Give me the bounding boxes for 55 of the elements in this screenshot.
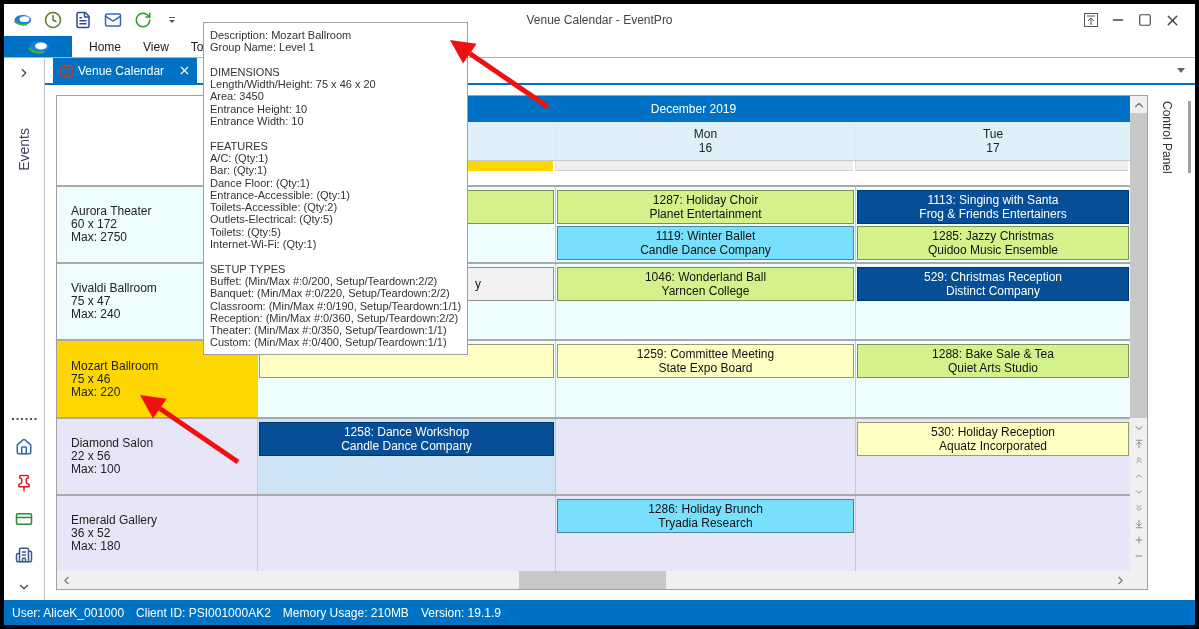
event-organizer: Candle Dance Company (341, 438, 472, 453)
event-title: 1286: Holiday Brunch (648, 501, 763, 516)
event-organizer: Tryadia Research (658, 515, 753, 530)
room-name: Diamond Salon (71, 436, 154, 450)
status-text: User: AliceK_001000 (12, 604, 125, 622)
room-size: 75 x 47 (71, 295, 111, 309)
event-organizer: Distinct Company (946, 284, 1040, 299)
event-title: 529: Christmas Reception (923, 270, 1063, 285)
room-name: Emerald Gallery (71, 513, 158, 527)
event-title: 1259: Committee Meeting (636, 347, 775, 362)
room-capacity: Max: 100 (71, 462, 121, 476)
event-title: 1113: Singing with Santa (927, 193, 1059, 207)
status-text: Client ID: PSI001000AK2 (136, 604, 271, 622)
event-title: 1258: Dance Workshop (343, 424, 470, 439)
event-title: 1287: Holiday Choir (652, 193, 759, 207)
room-size: 75 x 46 (71, 372, 111, 386)
event-title: 1046: Wonderland Ball (644, 270, 767, 285)
tooltip-line: Bar: (Qty:1) (210, 164, 268, 177)
tooltip-line: DIMENSIONS (210, 65, 281, 79)
event-organizer: Aquatz Incorporated (938, 438, 1048, 453)
event-title: y (475, 276, 481, 294)
event-organizer: Frog & Friends Entertainers (919, 207, 1067, 221)
status-text: Memory Usage: 210MB (282, 604, 409, 622)
room-size: 60 x 172 (71, 218, 118, 232)
tooltip-line: Length/Width/Height: 75 x 46 x 20 (210, 78, 377, 91)
event-title: 1285: Jazzy Christmas (932, 229, 1054, 243)
event-organizer: Quidoo Music Ensemble (927, 243, 1059, 257)
event-title: 530: Holiday Reception (930, 424, 1056, 439)
room-name: Mozart Ballroom (71, 359, 159, 373)
event-title: 1288: Bake Sale & Tea (932, 347, 1054, 362)
status-text: Version: 19.1.9 (420, 604, 501, 622)
room-capacity: Max: 240 (71, 308, 121, 322)
day-name: Tue (982, 127, 1004, 141)
tooltip-line: FEATURES (210, 139, 269, 152)
room-size: 22 x 56 (71, 449, 111, 463)
event-organizer: Planet Entertainment (649, 207, 762, 221)
day-date: 16 (698, 141, 713, 155)
room-capacity: Max: 2750 (71, 231, 128, 245)
room-size: 36 x 52 (71, 526, 111, 540)
window-title: Venue Calendar - EventPro (526, 12, 673, 29)
room-capacity: Max: 180 (71, 539, 121, 553)
room-name: Vivaldi Ballroom (71, 282, 157, 296)
event-title: 1119: Winter Ballet (655, 229, 756, 243)
event-organizer: Candle Dance Company (640, 243, 771, 257)
room-capacity: Max: 220 (71, 385, 121, 399)
day-date: 17 (986, 141, 1000, 155)
event-organizer: Quiet Arts Studio (947, 361, 1038, 376)
day-name: Mon (693, 127, 718, 141)
tooltip-line: Description: Mozart Ballroom (210, 29, 353, 42)
tooltip-line: Dance Floor: (Qty:1) (210, 176, 311, 189)
room-name: Aurora Theater (71, 205, 152, 219)
tooltip-line: A/C: (Qty:1) (210, 151, 270, 165)
tooltip-line: Group Name: Level 1 (210, 41, 316, 54)
event-organizer: Yarncen College (661, 284, 750, 299)
event-organizer: State Expo Board (658, 361, 753, 376)
